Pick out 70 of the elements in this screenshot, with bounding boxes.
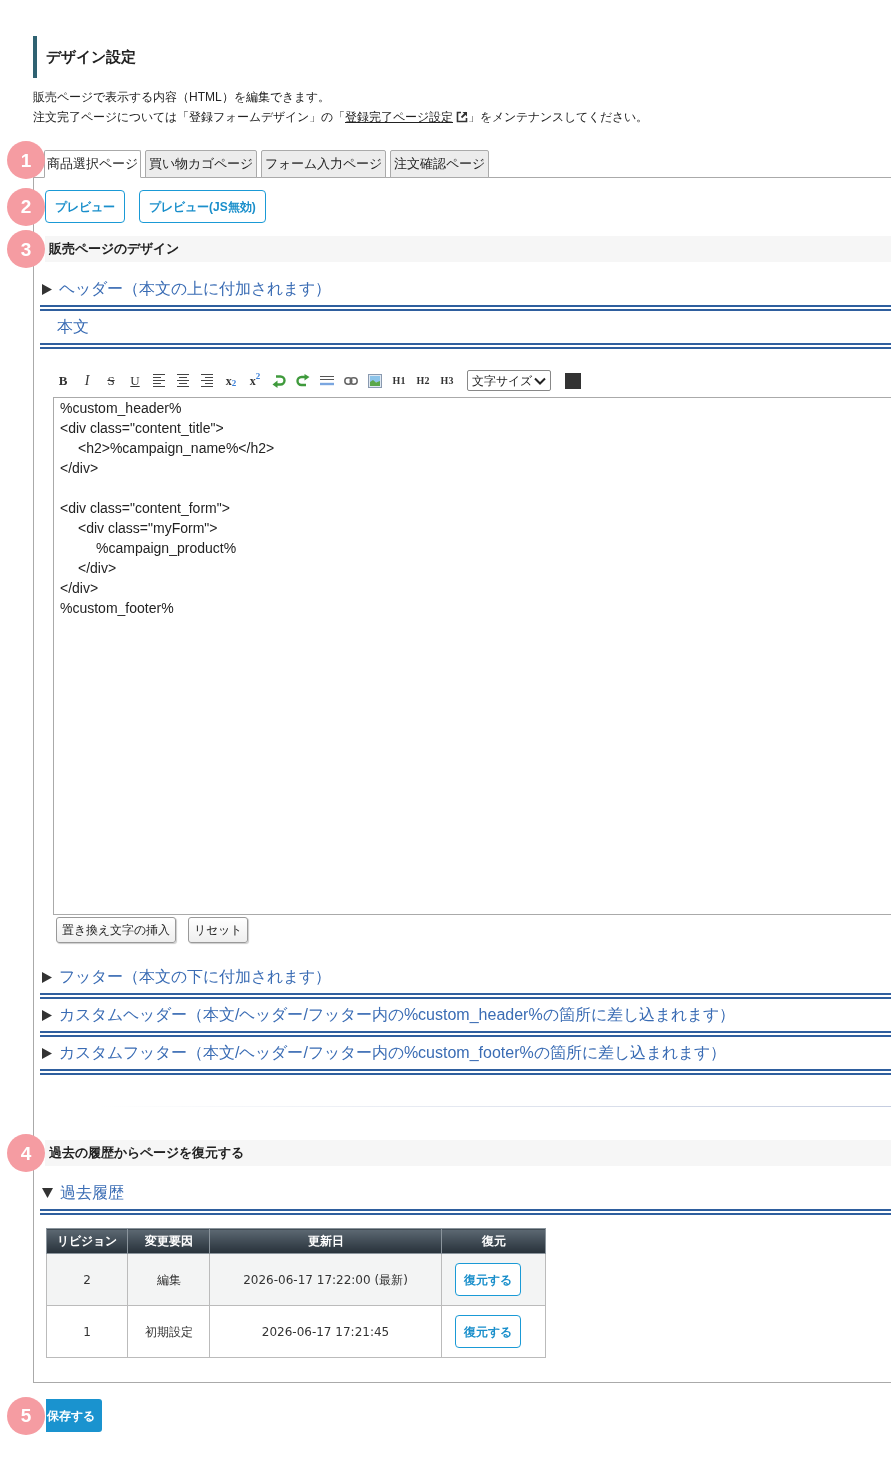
undo-icon: [272, 373, 286, 388]
step-number-marker: 3: [7, 230, 45, 268]
code-line: %campaign_product%: [95, 539, 237, 558]
page-tab[interactable]: 商品選択ページ: [44, 150, 141, 178]
code-line: %custom_header%: [60, 399, 182, 418]
image-icon: [368, 373, 382, 388]
section-heading: 過去の履歴からページを復元する: [45, 1140, 891, 1166]
strikethrough-button[interactable]: S: [99, 370, 123, 391]
code-line: %custom_footer%: [60, 599, 174, 618]
chain-link-icon: [344, 376, 358, 385]
code-line: <div class="myForm">: [77, 519, 218, 538]
accordion-header[interactable]: ヘッダー（本文の上に付加されます）: [40, 273, 331, 305]
page-tab[interactable]: フォーム入力ページ: [261, 150, 386, 178]
italic-button[interactable]: I: [75, 370, 99, 391]
redo-icon: [296, 373, 310, 388]
description-text: 注文完了ページについては「登録フォームデザイン」の「登録完了ページ設定 」をメンテナンスしてください。: [33, 107, 648, 127]
editor-title: 本文: [57, 317, 89, 337]
code-line: <h2>%campaign_name%</h2>: [77, 439, 275, 458]
page-title: デザイン設定: [33, 36, 891, 78]
editor-action-button[interactable]: 置き換え文字の挿入: [56, 917, 176, 943]
restore-button[interactable]: 復元する: [455, 1263, 521, 1296]
preview-button[interactable]: プレビュー: [45, 190, 125, 223]
column-header: 変更要因: [127, 1228, 210, 1254]
align-center-icon: [177, 374, 189, 387]
code-line: </div>: [77, 559, 117, 578]
table-cell: 2026-06-17 17:22:00 (最新): [209, 1253, 442, 1306]
page-tab[interactable]: 注文確認ページ: [390, 150, 489, 178]
accordion-header[interactable]: カスタムヘッダー（本文/ヘッダー/フッター内の%custom_header%の箇所に差し込まれます）: [40, 999, 735, 1031]
table-cell: 編集: [127, 1253, 210, 1306]
horizontal-rule-icon: [320, 375, 334, 386]
preview-button[interactable]: プレビュー(JS無効): [139, 190, 266, 223]
table-cell: 2026-06-17 17:21:45: [209, 1305, 442, 1358]
text-color-button[interactable]: [563, 370, 583, 391]
code-line: </div>: [60, 579, 99, 598]
accordion-header[interactable]: フッター（本文の下に付加されます）: [40, 961, 331, 993]
underline-button[interactable]: U: [123, 370, 147, 391]
table-cell: 2: [46, 1253, 128, 1306]
external-link-icon: [456, 111, 468, 123]
step-number-marker: 2: [7, 187, 45, 226]
page-tab[interactable]: 買い物カゴページ: [145, 150, 257, 178]
subscript-button[interactable]: x$_{2}$: [219, 370, 243, 391]
accordion-header[interactable]: 過去履歴: [40, 1177, 124, 1209]
step-number-marker: 4: [7, 1134, 45, 1172]
restore-button[interactable]: 復元する: [455, 1315, 521, 1348]
completion-page-settings-link[interactable]: 登録完了ページ設定: [345, 107, 468, 127]
html-editor-field[interactable]: %custom_header% <div class="content_title"> <h2>%campaign_name%</h2> </div> <div class="content_form"> <div class="myForm"> %campaign_product% </div> </div> %custom_footer%: [53, 397, 891, 915]
align-left-icon: [153, 374, 165, 387]
code-line: <div class="content_form">: [60, 499, 230, 518]
column-header: リビジョン: [46, 1228, 128, 1254]
column-header: 更新日: [209, 1228, 442, 1254]
description-text: 販売ページで表示する内容（HTML）を編集できます。: [33, 89, 330, 106]
font-size-select[interactable]: 文字サイズ: [467, 370, 551, 391]
table-cell: 初期設定: [127, 1305, 210, 1358]
accordion-header[interactable]: カスタムフッター（本文/ヘッダー/フッター内の%custom_footer%の箇所に差し込まれます）: [40, 1037, 726, 1069]
column-header: 復元: [441, 1228, 546, 1254]
color-swatch-icon: [565, 372, 581, 389]
step-number-marker: 5: [7, 1396, 45, 1435]
section-heading: 販売ページのデザイン: [45, 236, 891, 262]
code-line: <div class="content_title">: [60, 419, 224, 438]
superscript-button[interactable]: x$^{2}$: [243, 370, 267, 391]
heading-button[interactable]: H1: [387, 370, 411, 391]
editor-action-button[interactable]: リセット: [188, 917, 248, 943]
align-right-icon: [201, 374, 213, 387]
step-number-marker: 1: [7, 141, 45, 179]
bold-button[interactable]: B: [51, 370, 75, 391]
code-line: </div>: [60, 459, 99, 478]
table-cell: 1: [46, 1305, 128, 1358]
chevron-down-icon: [534, 376, 546, 385]
heading-button[interactable]: H2: [411, 370, 435, 391]
heading-button[interactable]: H3: [435, 370, 459, 391]
